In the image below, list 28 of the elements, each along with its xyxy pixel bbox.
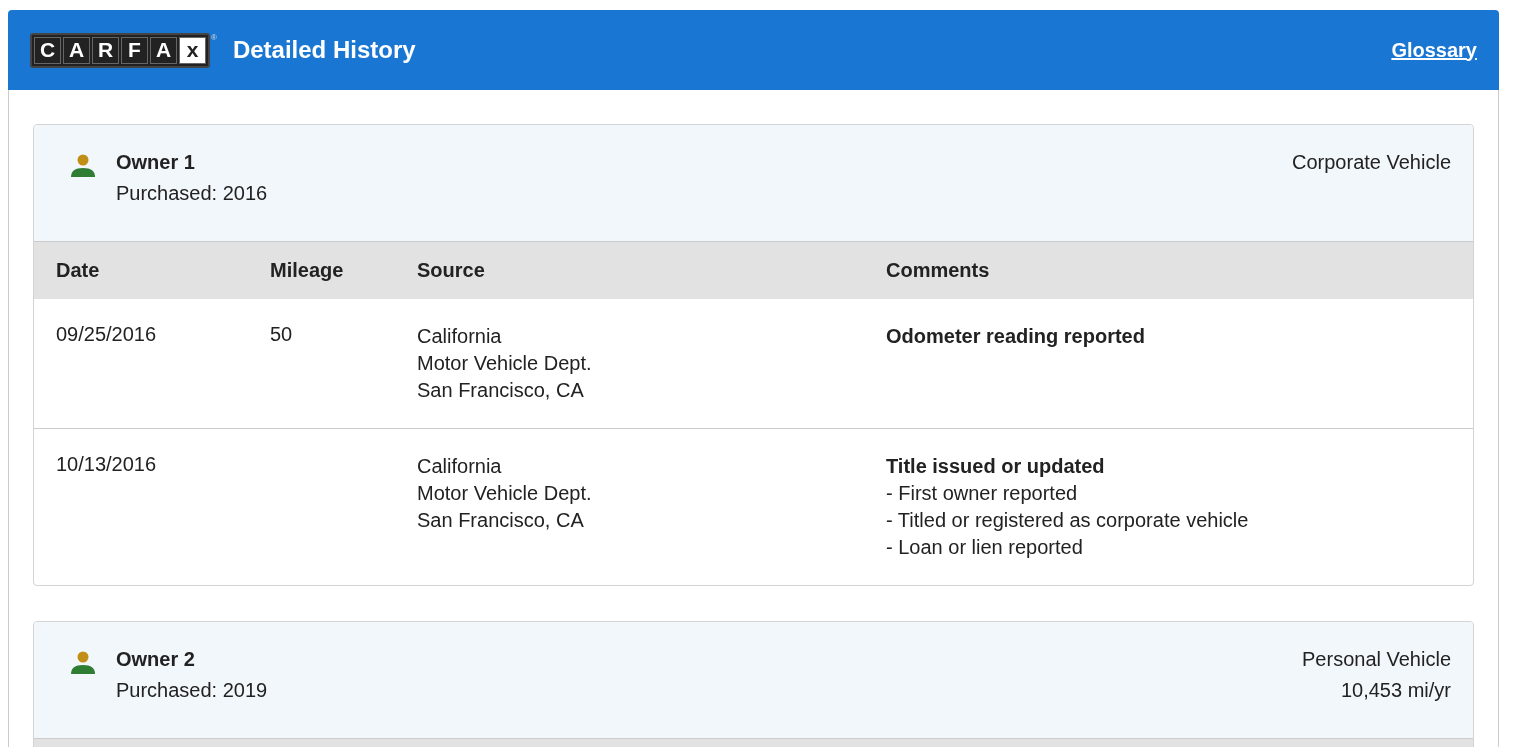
source-line: Motor Vehicle Dept. — [417, 481, 593, 506]
mileage-cell: 50 — [270, 323, 293, 345]
date-cell-text: 09/25/2016 — [56, 323, 158, 347]
owner-detail: 10,453 mi/yr — [1340, 679, 1451, 702]
source-line: San Francisco, CA — [417, 378, 585, 403]
source-line: California — [417, 324, 503, 349]
comment-item: - Loan or lien reported — [886, 535, 1084, 560]
column-header: Date — [56, 259, 101, 282]
owner-detail: Personal Vehicle — [1302, 648, 1451, 671]
date-cell-text: 10/13/2016 — [56, 453, 158, 477]
owner-name: Owner 2 — [116, 648, 196, 671]
source-line: California — [417, 454, 503, 479]
logo: C A R F A x ® — [30, 32, 217, 68]
comment-item: - First owner reported — [886, 481, 1079, 506]
source-line: Motor Vehicle Dept. — [417, 351, 593, 376]
comment-item: - Titled or registered as corporate vehicle — [886, 508, 1250, 533]
owner-detail: Corporate Vehicle — [1292, 151, 1451, 174]
column-header: Source — [417, 259, 486, 282]
glossary-link[interactable]: Glossary — [1391, 38, 1477, 62]
column-header: Mileage — [270, 259, 345, 282]
comment-title: Odometer reading reported — [886, 324, 1146, 349]
source-line: San Francisco, CA — [417, 508, 585, 533]
owner-name: Owner 1 — [116, 151, 196, 174]
purchase-year: Purchased: 2016 — [116, 182, 268, 205]
purchase-year: Purchased: 2019 — [116, 679, 268, 702]
column-header: Comments — [886, 259, 991, 282]
comment-title: Title issued or updated — [886, 454, 1106, 479]
page-title: Detailed History — [232, 36, 416, 64]
